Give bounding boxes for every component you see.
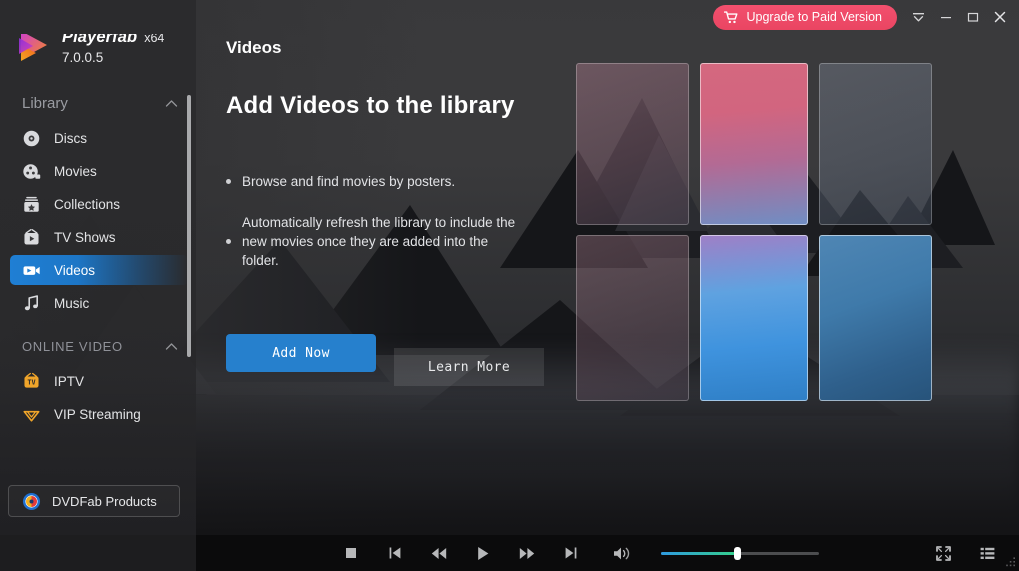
sidebar-scrollbar[interactable] bbox=[187, 95, 191, 357]
volume-icon bbox=[613, 547, 629, 559]
rewind-button[interactable] bbox=[417, 535, 461, 571]
hero-heading: Add Videos to the library bbox=[226, 92, 515, 119]
close-button[interactable] bbox=[986, 2, 1013, 32]
playlist-button[interactable] bbox=[965, 535, 1009, 571]
upgrade-label: Upgrade to Paid Version bbox=[746, 10, 882, 24]
close-icon bbox=[994, 11, 1005, 23]
svg-text:TV: TV bbox=[27, 378, 35, 386]
sidebar-group-library[interactable]: Library bbox=[0, 86, 196, 120]
fullscreen-button[interactable] bbox=[921, 535, 965, 571]
collection-icon bbox=[24, 196, 39, 212]
title-bar: Upgrade to Paid Version bbox=[0, 0, 1019, 34]
dvdfab-products-label: DVDFab Products bbox=[52, 493, 157, 509]
sidebar-item-vip-streaming[interactable]: VIP Streaming bbox=[10, 399, 188, 429]
rewind-icon bbox=[431, 547, 447, 559]
minimize-icon bbox=[940, 17, 951, 19]
sidebar-item-videos-label: Videos bbox=[54, 262, 96, 278]
play-icon bbox=[478, 546, 489, 560]
brand-version: 7.0.0.5 bbox=[62, 50, 104, 65]
bullet-dot-icon bbox=[226, 179, 231, 184]
playlist-icon bbox=[980, 547, 994, 559]
sidebar-item-music[interactable]: Music bbox=[10, 288, 188, 318]
hero-actions: Add Now Learn More bbox=[226, 334, 544, 386]
iptv-icon: TV bbox=[24, 372, 39, 388]
tv-icon bbox=[24, 228, 39, 245]
maximize-button[interactable] bbox=[959, 2, 986, 32]
sidebar-item-music-label: Music bbox=[54, 295, 90, 311]
disc-icon bbox=[23, 130, 40, 146]
sidebar-item-iptv-label: IPTV bbox=[54, 373, 85, 389]
diamond-icon bbox=[23, 410, 40, 422]
add-now-button[interactable]: Add Now bbox=[226, 334, 376, 372]
skip-previous-icon bbox=[389, 547, 401, 559]
main-content: Videos Add Videos to the library Browse … bbox=[196, 0, 1019, 535]
video-camera-icon bbox=[23, 265, 40, 275]
title-bar-left bbox=[0, 0, 196, 34]
next-button[interactable] bbox=[549, 535, 593, 571]
fast-forward-button[interactable] bbox=[505, 535, 549, 571]
window-controls bbox=[905, 2, 1013, 32]
sidebar-group-online-video-label: ONLINE VIDEO bbox=[22, 338, 123, 354]
sidebar-item-discs[interactable]: Discs bbox=[10, 123, 188, 153]
previous-button[interactable] bbox=[373, 535, 417, 571]
cart-icon bbox=[724, 10, 738, 23]
sidebar-group-online-video[interactable]: ONLINE VIDEO bbox=[0, 329, 196, 363]
resize-grip-icon[interactable] bbox=[1005, 557, 1016, 568]
play-button[interactable] bbox=[461, 535, 505, 571]
volume-slider-fill bbox=[661, 552, 738, 555]
maximize-icon bbox=[967, 12, 978, 22]
list-item: Browse and find movies by posters. bbox=[226, 172, 526, 191]
volume-area bbox=[599, 535, 819, 571]
page-title: Videos bbox=[226, 38, 282, 57]
sidebar-item-tv-shows-label: TV Shows bbox=[54, 229, 116, 245]
player-bar-left bbox=[0, 535, 196, 571]
feature-list: Browse and find movies by posters. Autom… bbox=[226, 172, 526, 292]
sidebar-item-tv-shows[interactable]: TV Shows bbox=[10, 222, 188, 252]
fast-forward-icon bbox=[519, 547, 535, 559]
feature-text: Browse and find movies by posters. bbox=[242, 174, 456, 189]
sidebar-item-iptv[interactable]: TV IPTV bbox=[10, 366, 188, 396]
film-reel-icon bbox=[23, 163, 41, 179]
playerfab-window: Upgrade to Paid Version Playerfab x64 7.… bbox=[0, 0, 1019, 571]
sidebar-item-collections[interactable]: Collections bbox=[10, 189, 188, 219]
bullet-dot-icon bbox=[226, 239, 231, 244]
sidebar-group-library-label: Library bbox=[22, 94, 68, 112]
learn-more-button[interactable]: Learn More bbox=[394, 348, 544, 386]
sidebar: Playerfab x64 7.0.0.5 Library Discs Movi… bbox=[0, 0, 196, 535]
chevron-up-icon bbox=[165, 99, 178, 107]
chevron-up-icon bbox=[165, 342, 178, 350]
volume-slider[interactable] bbox=[661, 546, 819, 560]
feature-text: Automatically refresh the library to inc… bbox=[242, 215, 516, 268]
list-item: Automatically refresh the library to inc… bbox=[226, 213, 526, 270]
sidebar-item-movies-label: Movies bbox=[54, 163, 97, 179]
sidebar-item-vip-streaming-label: VIP Streaming bbox=[54, 406, 141, 422]
dvdfab-logo-icon bbox=[22, 492, 41, 510]
music-note-icon bbox=[24, 294, 39, 310]
transport-controls bbox=[329, 535, 593, 571]
stop-button[interactable] bbox=[329, 535, 373, 571]
main-menu-button[interactable] bbox=[905, 2, 932, 32]
sidebar-item-movies[interactable]: Movies bbox=[10, 156, 188, 186]
stop-icon bbox=[346, 548, 356, 558]
sidebar-item-collections-label: Collections bbox=[54, 196, 121, 212]
volume-slider-thumb[interactable] bbox=[734, 547, 741, 560]
fullscreen-icon bbox=[935, 545, 951, 561]
sidebar-item-videos[interactable]: Videos bbox=[10, 255, 188, 285]
skip-next-icon bbox=[565, 547, 577, 559]
sidebar-item-discs-label: Discs bbox=[54, 130, 87, 146]
dvdfab-products-button[interactable]: DVDFab Products bbox=[8, 485, 180, 517]
upgrade-to-paid-version-button[interactable]: Upgrade to Paid Version bbox=[713, 4, 897, 30]
volume-button[interactable] bbox=[599, 535, 643, 571]
minimize-button[interactable] bbox=[932, 2, 959, 32]
chevron-double-down-icon bbox=[913, 12, 924, 21]
player-bar bbox=[196, 535, 1019, 571]
